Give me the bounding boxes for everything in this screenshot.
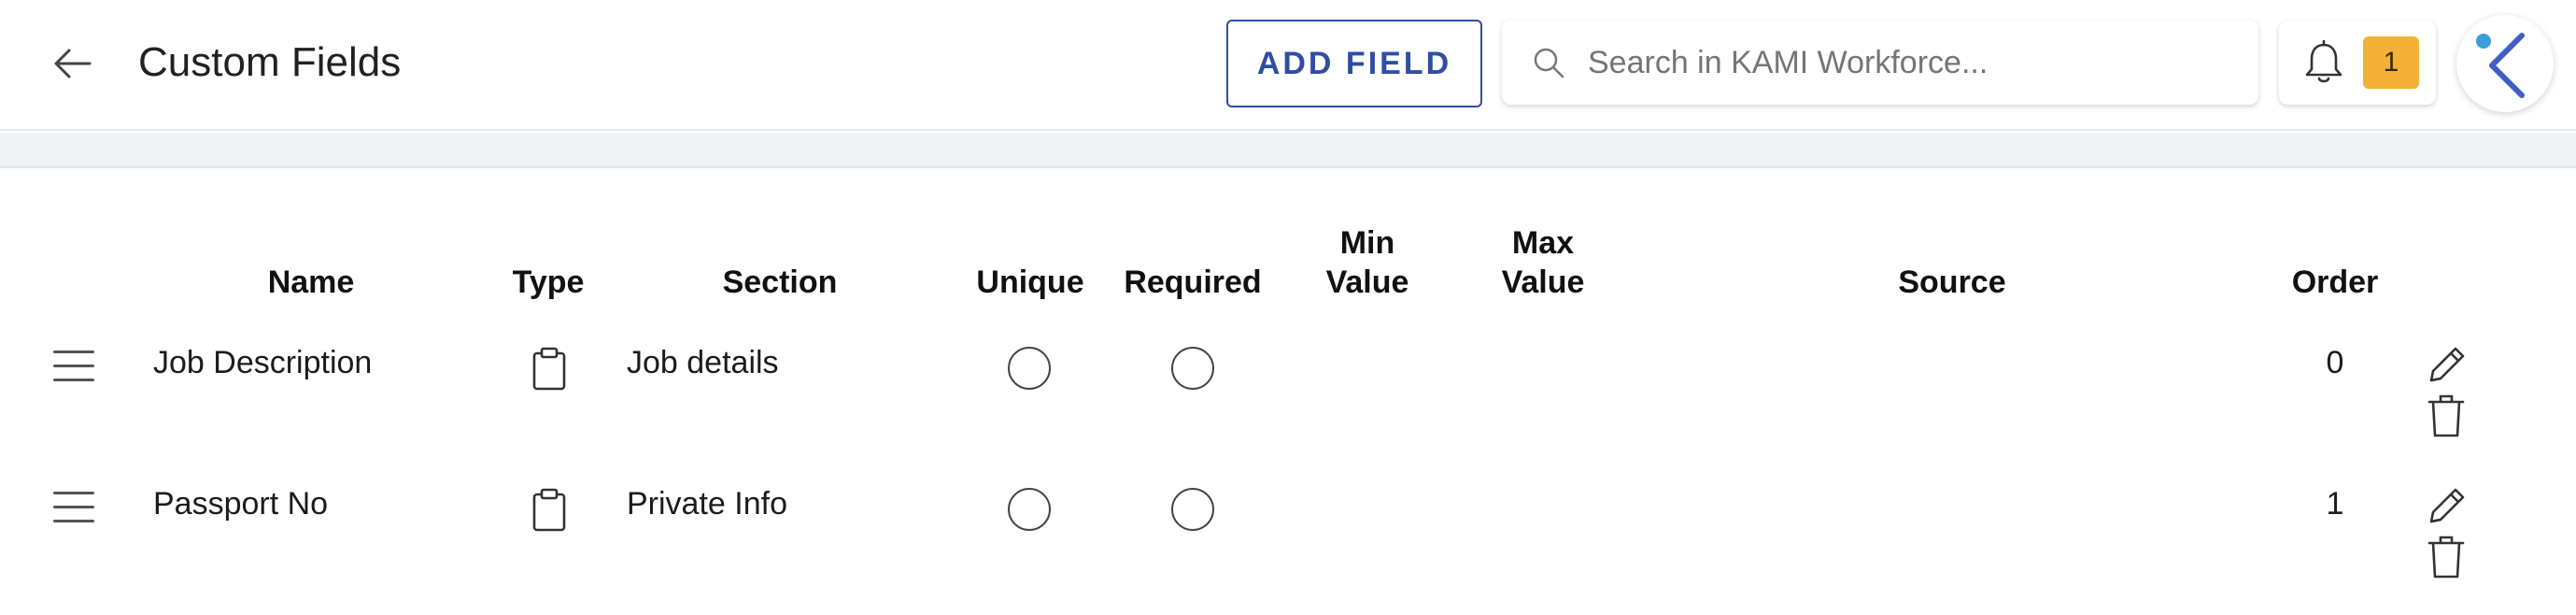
column-header-min-value: Min Value xyxy=(1319,223,1416,302)
user-avatar[interactable] xyxy=(2456,15,2554,112)
column-header-required: Required xyxy=(1124,265,1262,300)
required-radio[interactable] xyxy=(1171,347,1214,390)
kami-logo-icon xyxy=(2476,33,2525,98)
field-name: Passport No xyxy=(153,486,329,522)
column-header-name: Name xyxy=(267,265,355,300)
column-header-section: Section xyxy=(722,265,838,300)
trash-icon xyxy=(2427,536,2465,579)
column-header-max-value: Max Value xyxy=(1494,223,1592,302)
subheader-band xyxy=(0,133,2576,168)
bell-icon[interactable] xyxy=(2301,38,2346,87)
column-header-type: Type xyxy=(512,265,585,300)
clipboard-icon xyxy=(532,488,566,532)
trash-icon xyxy=(2427,394,2465,437)
pencil-icon xyxy=(2429,488,2465,523)
pencil-icon xyxy=(2429,347,2465,382)
search-input[interactable] xyxy=(1588,44,2223,81)
delete-button[interactable] xyxy=(2423,534,2470,580)
column-header-order: Order xyxy=(2291,265,2379,300)
edit-button[interactable] xyxy=(2423,342,2470,389)
search-bar[interactable] xyxy=(1502,21,2258,105)
top-bar: Custom Fields ADD FIELD 1 xyxy=(0,0,2576,131)
column-header-min-value-line2: Value xyxy=(1325,265,1409,300)
delete-button[interactable] xyxy=(2423,393,2470,439)
back-button[interactable] xyxy=(45,39,101,88)
column-header-max-value-line1: Max xyxy=(1511,225,1575,261)
clipboard-icon xyxy=(532,347,566,391)
field-name: Job Description xyxy=(153,345,373,380)
required-radio[interactable] xyxy=(1171,488,1214,531)
edit-button[interactable] xyxy=(2423,483,2470,530)
field-section: Private Info xyxy=(627,486,787,522)
unique-radio[interactable] xyxy=(1008,488,1051,531)
field-order: 0 xyxy=(2326,345,2344,380)
column-header-source: Source xyxy=(1898,265,2006,300)
add-field-button[interactable]: ADD FIELD xyxy=(1226,20,1482,107)
unique-radio[interactable] xyxy=(1008,347,1051,390)
column-header-min-value-line1: Min xyxy=(1339,225,1395,261)
field-order: 1 xyxy=(2326,486,2344,522)
notifications[interactable]: 1 xyxy=(2279,21,2436,105)
drag-handle-icon[interactable] xyxy=(53,350,94,384)
column-header-unique: Unique xyxy=(976,265,1084,300)
page-title: Custom Fields xyxy=(138,39,402,85)
notification-count-badge: 1 xyxy=(2363,36,2419,89)
search-icon xyxy=(1530,44,1567,81)
column-header-max-value-line2: Value xyxy=(1501,265,1585,300)
drag-handle-icon[interactable] xyxy=(53,492,94,525)
arrow-left-icon xyxy=(54,49,92,79)
field-section: Job details xyxy=(627,345,779,380)
